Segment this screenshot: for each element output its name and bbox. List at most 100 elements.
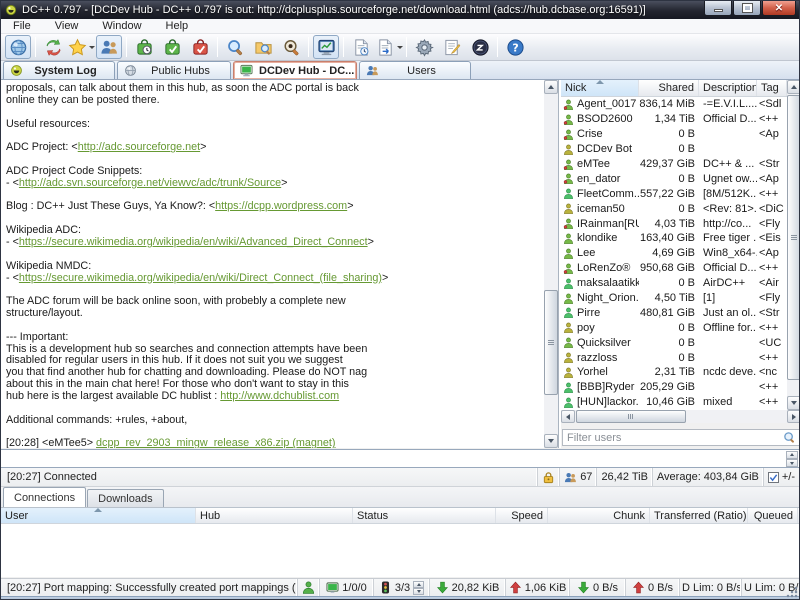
resize-grip[interactable] [786,586,798,598]
user-list-vscrollbar[interactable] [787,80,799,410]
tab-label: Public Hubs [151,64,210,77]
spin-down-button[interactable] [413,587,425,595]
scroll-thumb[interactable] [544,290,558,395]
reconnect-button[interactable] [40,35,66,59]
user-row[interactable]: [HUN]lackor... 10,46 GiB mixed <++ [561,395,787,410]
transfers-column-hub[interactable]: Hub [196,508,353,523]
user-row[interactable]: Quicksilver 0 B <UC [561,335,787,350]
user-shared: 480,81 GiB [639,306,695,319]
user-row[interactable]: [BBB]Ryder 205,29 GiB <++ [561,380,787,395]
filter-users-input[interactable] [563,431,783,444]
finished-uploads-button[interactable] [187,35,213,59]
dropdown-caret-icon[interactable] [88,46,95,52]
user-row[interactable]: DCDev Bot 0 B [561,142,787,157]
hub-average-share: Average: 403,84 GiB [651,468,763,486]
chat-scrollbar[interactable] [544,80,558,448]
away-button[interactable] [467,35,493,59]
favorite-users-button[interactable] [96,35,122,59]
dropdown-caret-icon[interactable] [396,46,403,52]
notepad-button[interactable] [439,35,465,59]
scroll-down-button[interactable] [544,434,558,448]
user-row[interactable]: FleetComm... 557,22 GiB [8M/512K... <++ [561,186,787,201]
user-row[interactable]: Night_Orion... 4,50 TiB [1] <Fly [561,291,787,306]
scroll-down-button[interactable] [787,396,799,410]
user-row[interactable]: Agent_0017 836,14 MiB -=E.V.I.L.... <Sdl [561,97,787,112]
transfers-column-chunk[interactable]: Chunk [548,508,650,523]
chat-link[interactable]: https://secure.wikimedia.org/wikipedia/e… [19,272,382,284]
user-row[interactable]: klondike 163,40 GiB Free tiger ... <Eis [561,231,787,246]
scroll-thumb[interactable] [576,410,686,423]
favorite-hubs-button[interactable] [68,35,95,59]
transfers-column-status[interactable]: Status [353,508,496,523]
chat-link[interactable]: https://secure.wikimedia.org/wikipedia/e… [19,236,368,248]
user-row[interactable]: eMTee 429,37 GiB DC++ & ... <Str [561,157,787,172]
menu-item-view[interactable]: View [43,20,91,32]
scroll-right-button[interactable] [787,410,799,423]
chat-link[interactable]: https://dcpp.wordpress.com [215,200,347,213]
title-bar[interactable]: DC++ 0.797 - [DCDev Hub - DC++ 0.797 is … [1,1,799,19]
help-button[interactable]: ? [502,35,528,59]
user-row[interactable]: maksalaatikko 0 B AirDC++ <Air [561,276,787,291]
user-row[interactable]: Lee 4,69 GiB Win8_x64-...<Ap [561,246,787,261]
transfers-column-speed[interactable]: Speed [496,508,548,523]
open-filelist-button[interactable] [348,35,374,59]
menu-item-file[interactable]: File [1,20,43,32]
user-list-column-tag[interactable]: Tag [757,80,787,96]
tab-dcdev-hub-dc-[interactable]: DCDev Hub - DC... [233,61,377,79]
settings-button[interactable] [411,35,437,59]
transfers-column-user[interactable]: User [1,508,196,523]
menu-item-help[interactable]: Help [154,20,201,32]
tab-public-hubs[interactable]: Public Hubs [117,61,231,79]
user-row[interactable]: BSOD2600 1,34 TiB Official D... <++ [561,112,787,127]
scroll-thumb[interactable] [787,95,799,380]
slots-spinner[interactable] [413,580,425,595]
user-row[interactable]: Pirre 480,81 GiB Just an ol... <Str [561,305,787,320]
chat-line [6,320,544,332]
user-row[interactable]: iceman50 0 B <Rev: 81>... <DiC [561,201,787,216]
user-list-column-nick[interactable]: Nick [561,80,639,96]
transfers-tab-downloads[interactable]: Downloads [87,489,164,507]
transfers-list[interactable] [1,524,799,577]
adl-search-button[interactable] [250,35,276,59]
maximize-button[interactable] [733,1,761,16]
user-row[interactable]: LoRenZo® 950,68 GiB Official D... <++ [561,261,787,276]
user-icon [563,307,577,319]
user-row[interactable]: en_dator 0 B Ugnet ow... <Ap [561,171,787,186]
transfers-tab-connections[interactable]: Connections [3,487,87,507]
open-own-filelist-button[interactable] [376,35,403,59]
user-row[interactable]: Crise 0 B <Ap [561,127,787,142]
show-joins-checkbox[interactable] [767,471,779,483]
scroll-up-button[interactable] [786,451,798,459]
user-row[interactable]: Yorhel 2,31 TiB ncdc deve... <nc [561,365,787,380]
close-button[interactable]: ✕ [762,1,796,16]
user-list-hscrollbar[interactable] [561,410,799,423]
chat-link[interactable]: http://www.dchublist.com [220,390,339,402]
chat-link[interactable]: http://adc.sourceforge.net [78,141,200,153]
finished-downloads-button[interactable] [159,35,185,59]
user-list-column-shared[interactable]: Shared [639,80,699,96]
tab-system-log[interactable]: System Log [3,61,115,79]
user-row[interactable]: IRainman[RU] 4,03 TiB http://co... <Fly [561,216,787,231]
chat-link[interactable]: http://adc.svn.sourceforge.net/viewvc/ad… [19,177,281,189]
search-spy-button[interactable] [278,35,304,59]
network-stats-button[interactable] [313,35,339,59]
scroll-up-button[interactable] [544,80,558,94]
download-queue-button[interactable] [131,35,157,59]
scroll-down-button[interactable] [786,459,798,467]
transfers-column-queued[interactable]: Queued [748,508,798,523]
chat-link[interactable]: dcpp_rev_2903_mingw_release_x86.zip (mag… [96,437,335,448]
user-row[interactable]: poy 0 B Offline for... <++ [561,320,787,335]
scroll-left-button[interactable] [561,410,575,423]
transfers-column-transferred-ratio-[interactable]: Transferred (Ratio) [650,508,748,523]
search-button[interactable] [222,35,248,59]
scroll-up-button[interactable] [787,80,799,94]
spin-up-button[interactable] [413,580,425,588]
user-list-column-description[interactable]: Description [699,80,757,96]
input-scroll-buttons[interactable] [786,451,798,467]
public-hubs-button[interactable] [5,35,31,59]
chat-message-input[interactable] [1,449,799,468]
minimize-button[interactable] [704,1,732,16]
tab-users[interactable]: Users [359,61,471,79]
menu-item-window[interactable]: Window [90,20,153,32]
user-row[interactable]: razzloss 0 B <++ [561,350,787,365]
